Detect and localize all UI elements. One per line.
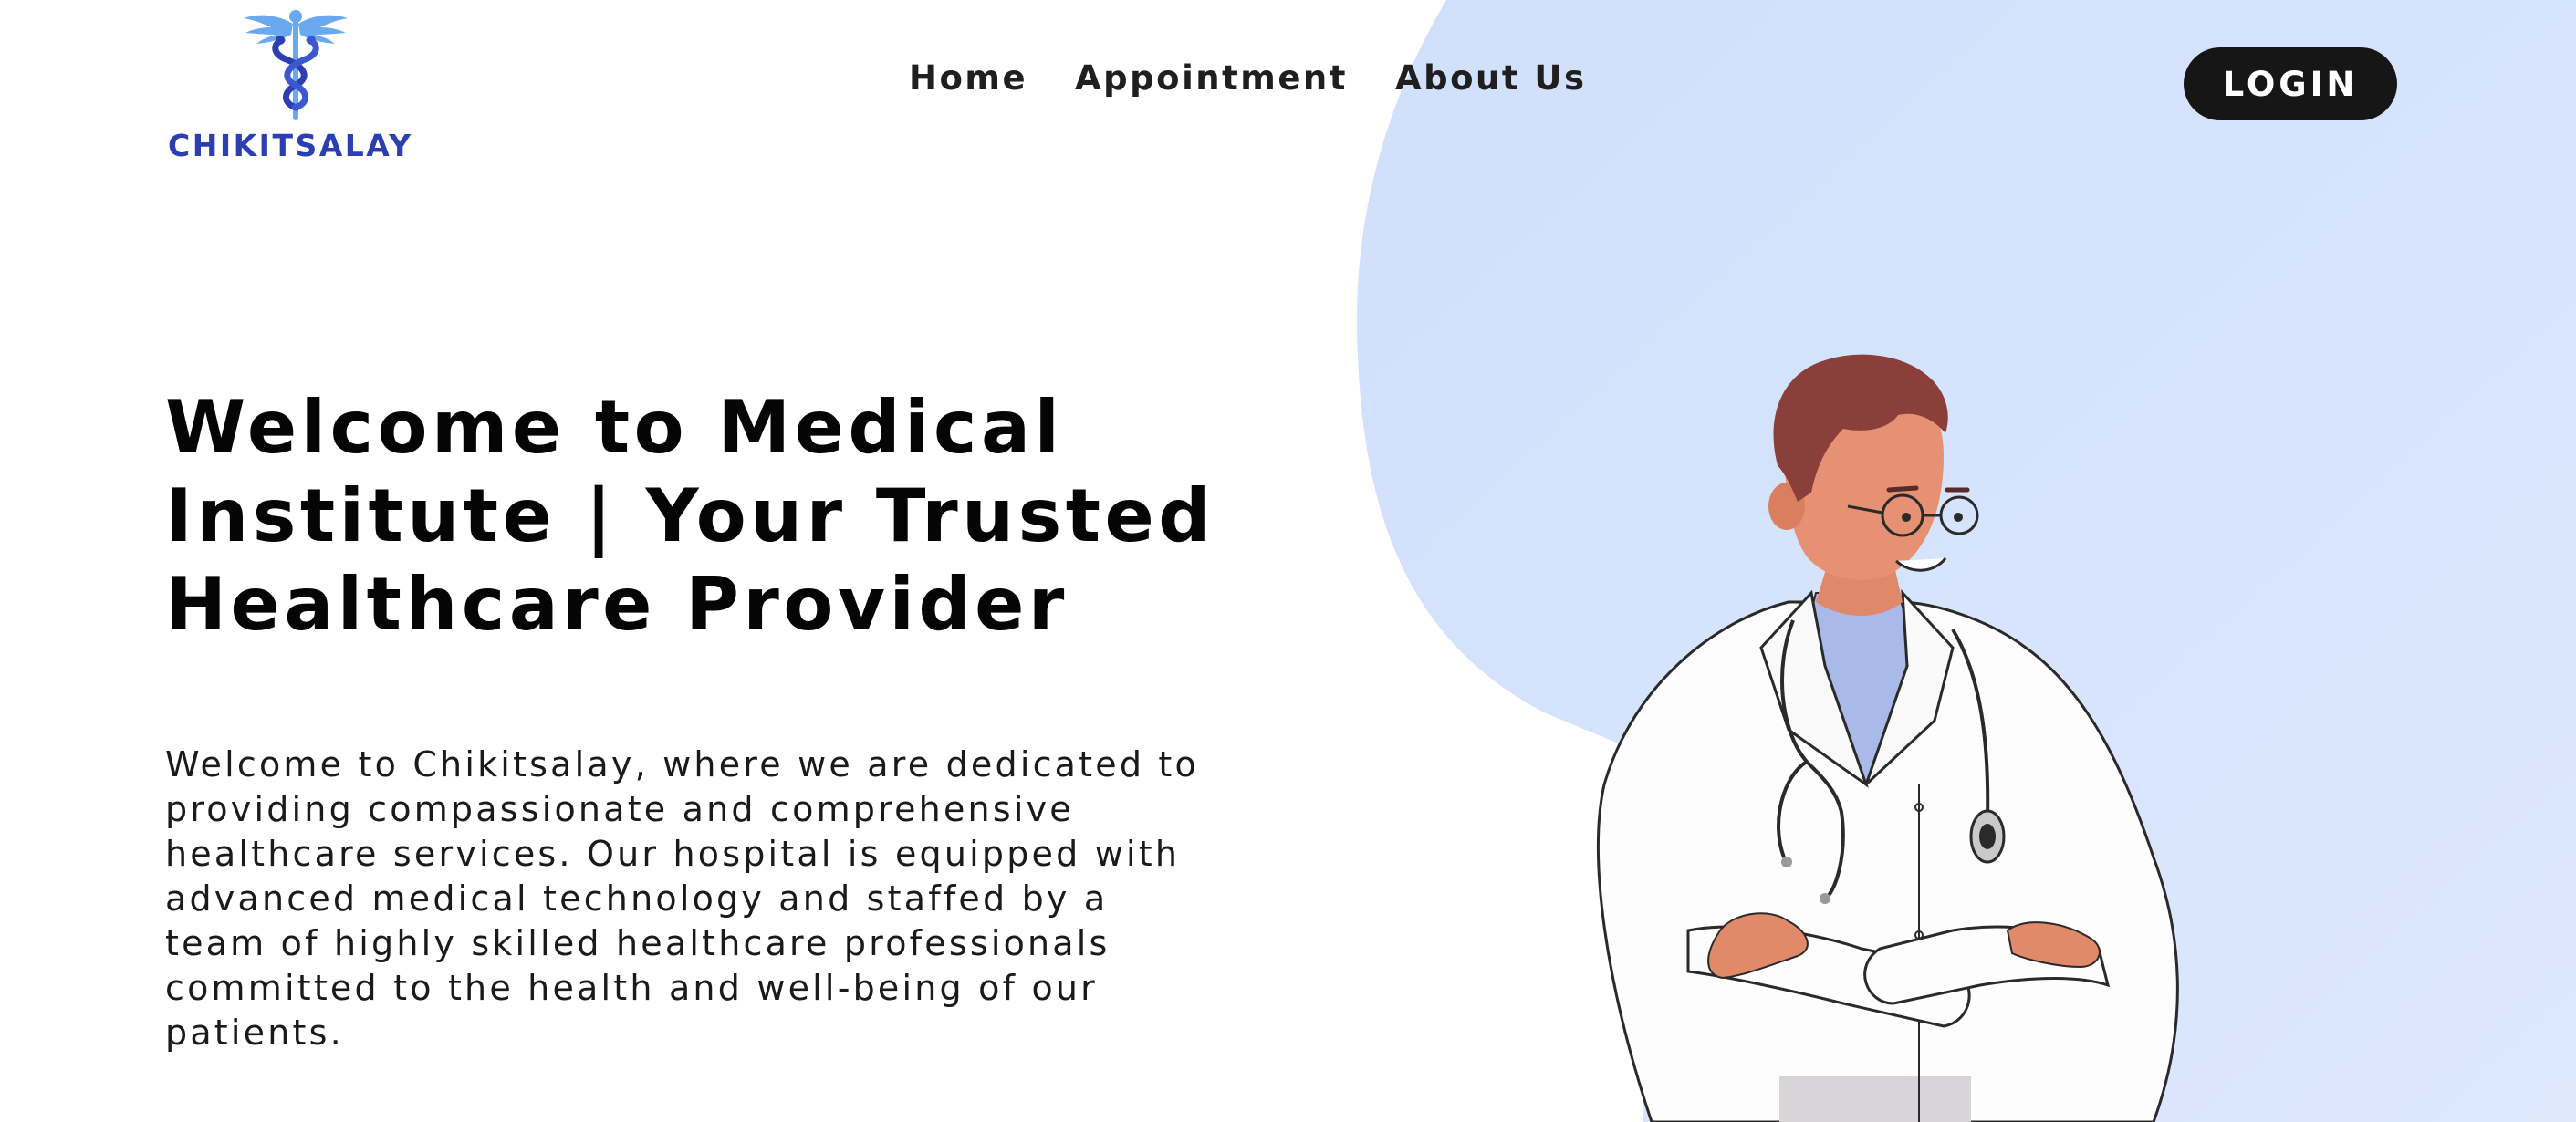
caduceus-icon — [244, 10, 348, 120]
nav-appointment[interactable]: Appointment — [1075, 58, 1348, 98]
main-nav: Home Appointment About Us — [909, 58, 1587, 98]
doctor-illustration — [1597, 354, 2179, 1122]
hero-description: Welcome to Chikitsalay, where we are ded… — [165, 744, 1199, 1053]
hero-title: Welcome to Medical Institute | Your Trus… — [165, 385, 1215, 647]
brand-logo[interactable]: CHIKITSALAY — [168, 5, 433, 163]
brand-name: CHIKITSALAY — [168, 128, 413, 163]
login-button[interactable]: LOGIN — [2184, 47, 2397, 120]
landing-page: CHIKITSALAY Home Appointment About Us LO… — [0, 0, 2576, 1122]
nav-about-us[interactable]: About Us — [1395, 58, 1587, 98]
nav-home[interactable]: Home — [909, 58, 1027, 98]
